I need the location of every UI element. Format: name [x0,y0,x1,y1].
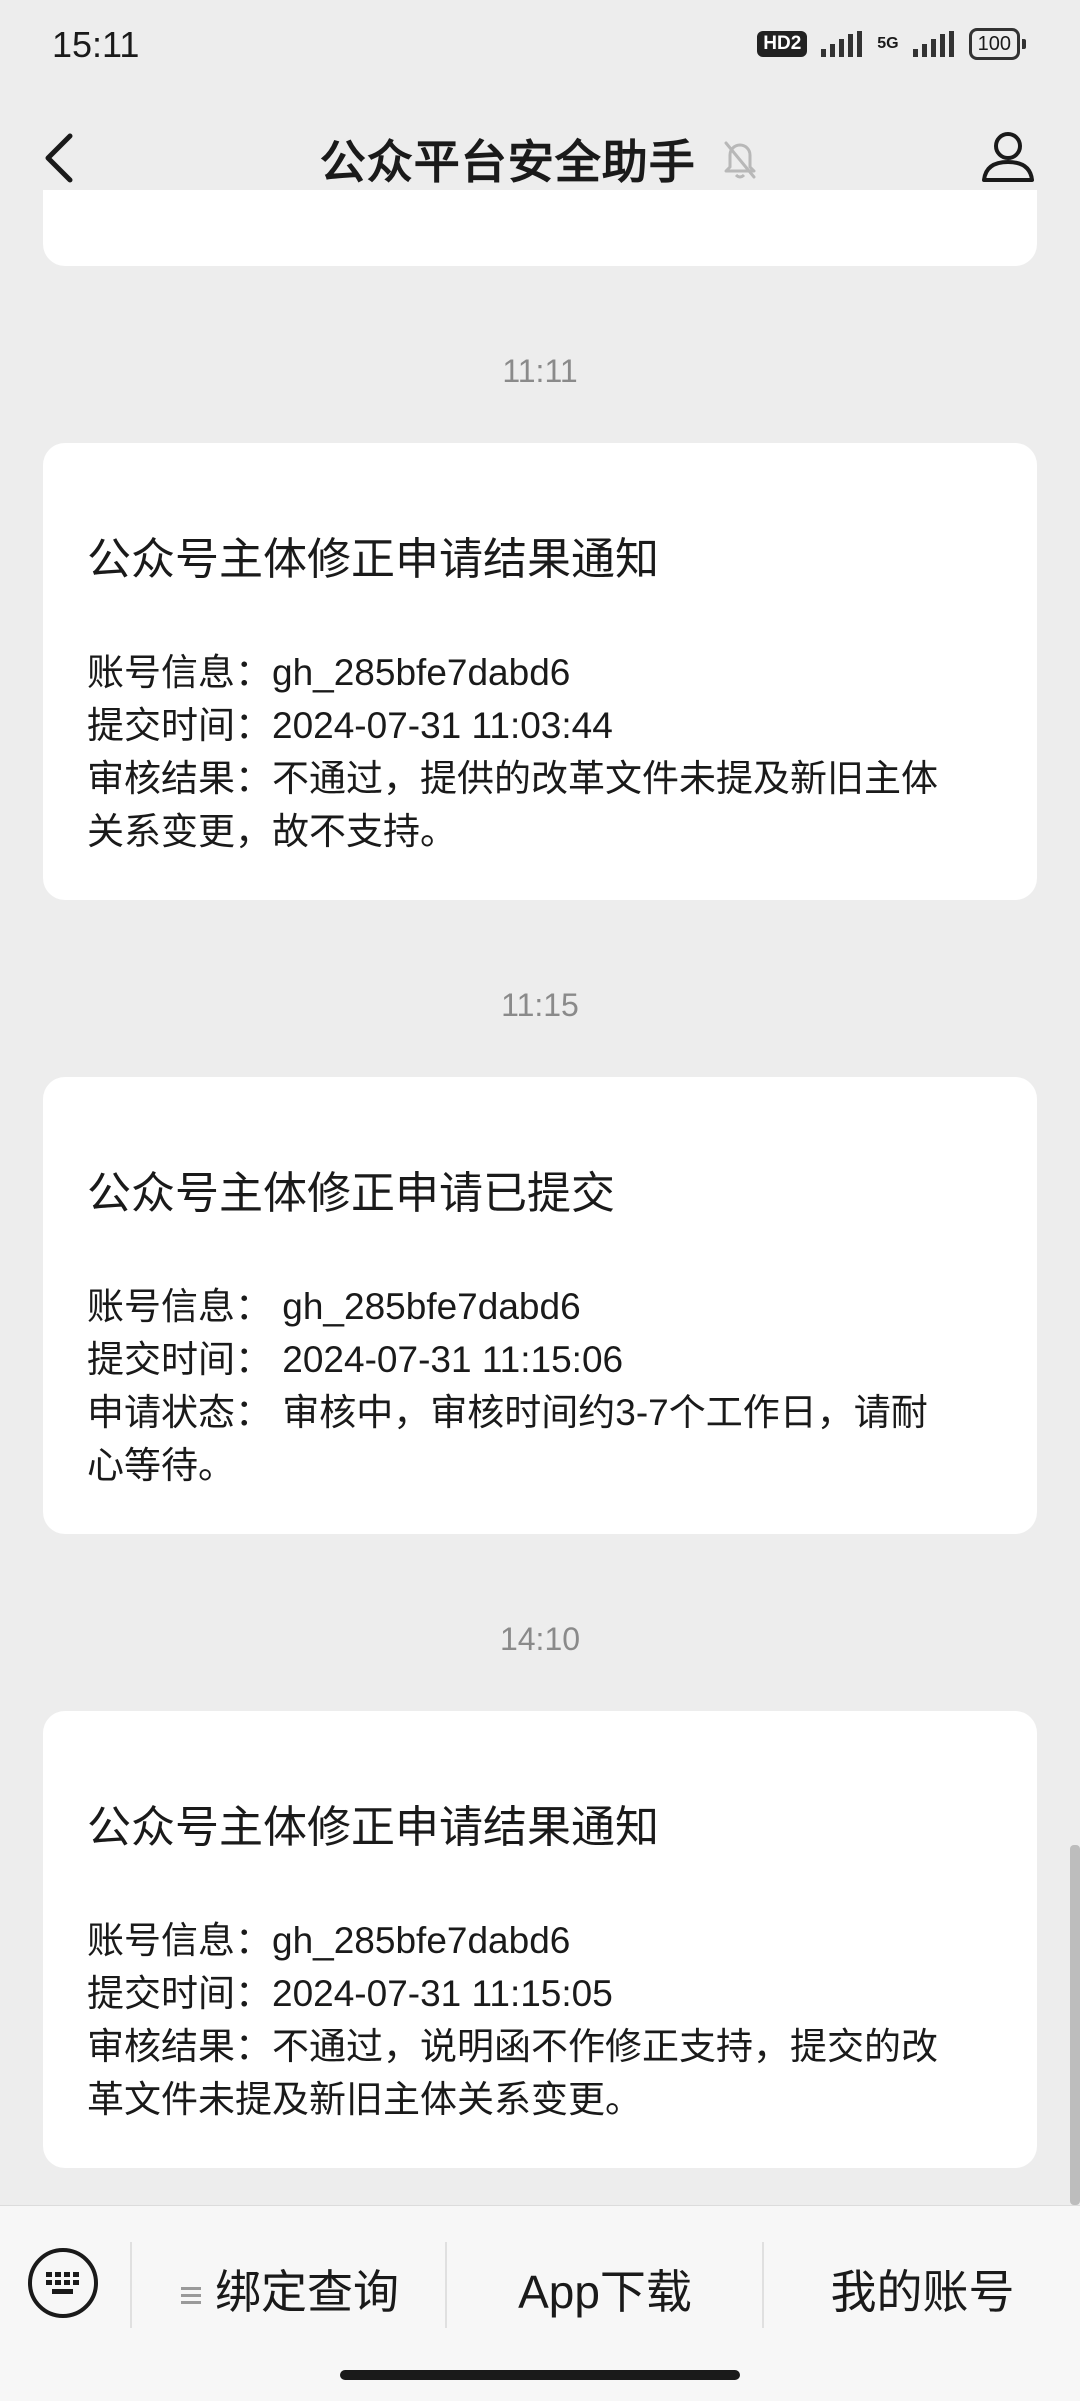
menu-item-label: 我的账号 [830,2266,1015,2318]
keyboard-icon[interactable] [28,2248,98,2318]
message-row: 账号信息： gh_285bfe7dabd6 [87,1286,581,1327]
message-title: 公众号主体修正申请已提交 [87,1169,615,1218]
message-body: 账号信息：gh_285bfe7dabd6 提交时间：2024-07-31 11:… [87,1914,987,2126]
status-time: 15:11 [52,24,140,65]
menu-divider [762,2242,764,2328]
profile-icon[interactable] [978,126,1038,186]
scrollbar[interactable] [1070,1845,1080,2205]
signal-icon-2 [912,31,954,57]
home-indicator[interactable] [340,2370,740,2380]
bell-muted-icon [724,141,756,179]
message-row: 提交时间： 2024-07-31 11:15:06 [87,1339,624,1380]
network-type: 5G [877,35,899,52]
menu-lines-icon [181,2283,201,2308]
menu-item-app-download[interactable]: App下载 [450,2256,760,2322]
message-row: 账号信息：gh_285bfe7dabd6 [87,1920,571,1961]
message-row: 心等待。 [87,1445,235,1486]
message-card[interactable]: 公众号主体修正申请结果通知 账号信息：gh_285bfe7dabd6 提交时间：… [43,1711,1037,2168]
nav-title-wrap: 公众平台安全助手 [0,126,1080,192]
message-body: 账号信息：gh_285bfe7dabd6 提交时间：2024-07-31 11:… [87,646,987,858]
menu-item-label: 绑定查询 [215,2266,399,2318]
message-row: 提交时间：2024-07-31 11:03:44 [87,705,613,746]
menu-item-bind-query[interactable]: 绑定查询 [140,2256,440,2322]
message-timestamp: 11:11 [502,353,578,389]
message-row: 账号信息：gh_285bfe7dabd6 [87,652,571,693]
status-icons: HD2 5G 100 [757,28,1027,60]
message-row: 审核结果：不通过，提供的改革文件未提及新旧主体 [87,758,938,799]
message-row: 关系变更，故不支持。 [87,811,457,852]
menu-divider [130,2242,132,2328]
message-title: 公众号主体修正申请结果通知 [87,535,659,584]
page-title: 公众平台安全助手 [319,136,696,188]
message-timestamp: 11:15 [501,987,579,1023]
message-row: 审核结果：不通过，说明函不作修正支持，提交的改 [87,2026,938,2067]
hd-badge: HD2 [757,31,808,57]
menu-item-my-account[interactable]: 我的账号 [765,2256,1080,2322]
menu-item-label: App下载 [518,2266,692,2318]
status-bar: 15:11 HD2 5G 100 [0,0,1080,92]
message-row: 提交时间：2024-07-31 11:15:05 [87,1973,613,2014]
message-title: 公众号主体修正申请结果通知 [87,1803,659,1852]
signal-icon [821,31,863,57]
battery-icon: 100 [968,28,1027,60]
message-card-previous [43,190,1037,266]
message-row: 革文件未提及新旧主体关系变更。 [87,2079,642,2120]
message-row: 申请状态： 审核中，审核时间约3-7个工作日，请耐 [87,1392,928,1433]
message-timestamp: 14:10 [499,1621,581,1657]
message-body: 账号信息： gh_285bfe7dabd6 提交时间： 2024-07-31 1… [87,1280,987,1492]
message-card[interactable]: 公众号主体修正申请已提交 账号信息： gh_285bfe7dabd6 提交时间：… [43,1077,1037,1534]
menu-divider [445,2242,447,2328]
message-card[interactable]: 公众号主体修正申请结果通知 账号信息：gh_285bfe7dabd6 提交时间：… [43,443,1037,900]
